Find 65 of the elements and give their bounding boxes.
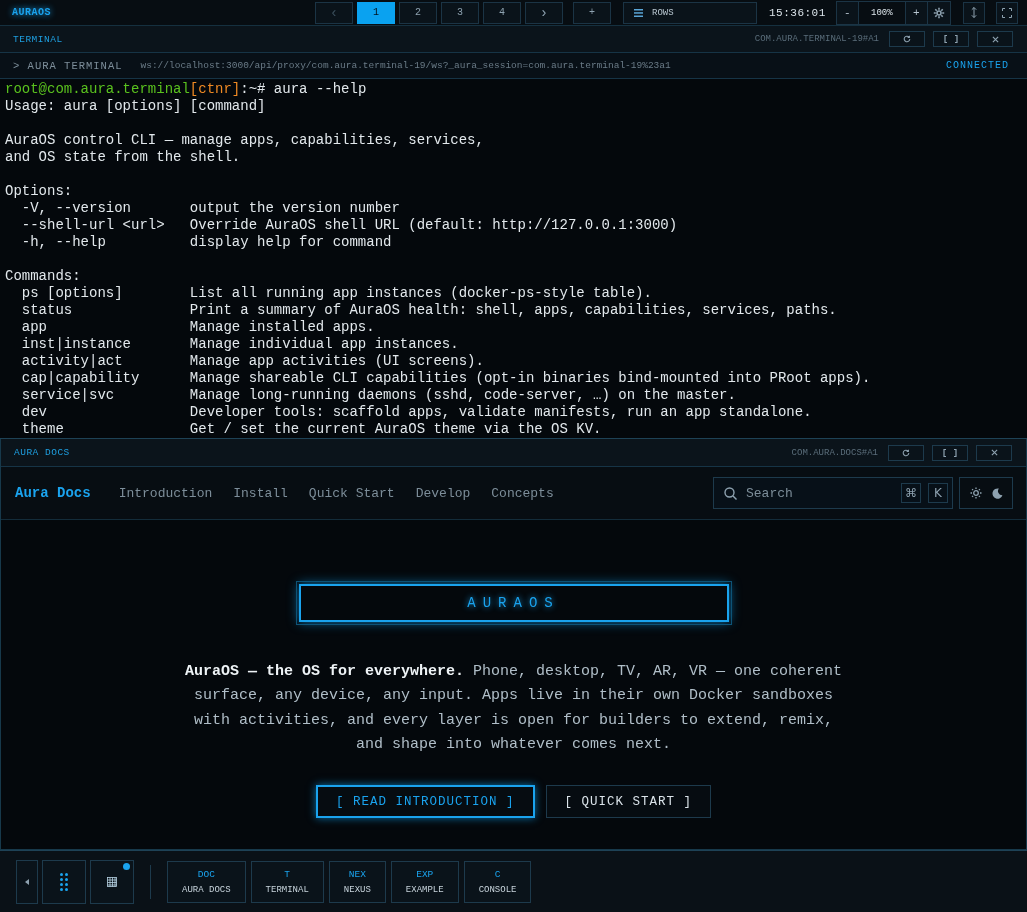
clock: 15:36:01 xyxy=(769,6,826,19)
resize-button[interactable] xyxy=(962,1,985,24)
instance-id: COM.AURA.TERMINAL-19#A1 xyxy=(754,34,879,44)
rows-icon xyxy=(634,8,643,17)
dock-app-button[interactable]: C CONSOLE xyxy=(463,860,532,903)
dock-app-button[interactable]: DOC AURA DOCS xyxy=(167,860,246,903)
zoom-in-button[interactable]: + xyxy=(905,1,928,24)
quick-start-button[interactable]: [ QUICK START ] xyxy=(545,785,712,819)
docs-brand[interactable]: Aura Docs xyxy=(15,485,91,501)
nav-link[interactable]: Concepts xyxy=(491,485,554,501)
search-icon xyxy=(724,486,737,500)
sun-icon xyxy=(969,487,982,499)
app-logo: AURAOS xyxy=(12,7,51,18)
shortcut-key: K xyxy=(928,483,948,503)
connection-url: ws://localhost:3000/api/proxy/com.aura.terminal-19/ws?_aura_session=com.aura.terminal-19%23a1 xyxy=(140,60,671,71)
zoom-level: 100% xyxy=(858,1,906,24)
zoom-out-button[interactable]: - xyxy=(836,1,859,24)
dark-theme-button[interactable] xyxy=(991,487,1003,499)
nav-link[interactable]: Quick Start xyxy=(308,485,395,501)
instance-id: COM.AURA.DOCS#A1 xyxy=(791,447,878,458)
light-theme-button[interactable] xyxy=(969,487,982,499)
nav-link[interactable]: Introduction xyxy=(118,485,213,501)
page-button[interactable]: 4 xyxy=(483,1,521,24)
dock-app-button[interactable]: T TERMINAL xyxy=(250,860,324,903)
hero-badge: AURAOS xyxy=(298,584,729,622)
add-page-button[interactable]: + xyxy=(573,1,611,24)
search-field[interactable]: Search ⌘ K xyxy=(713,477,953,509)
refresh-icon xyxy=(903,35,911,43)
search-input[interactable]: Search xyxy=(744,484,894,502)
app-launcher-button[interactable] xyxy=(42,859,86,904)
window-title: AURA DOCS xyxy=(14,447,70,458)
terminal-name: > AURA TERMINAL xyxy=(13,59,123,72)
close-icon xyxy=(990,449,998,456)
fullscreen-button[interactable] xyxy=(995,1,1018,24)
page-button[interactable]: 2 xyxy=(399,1,437,24)
fullscreen-icon xyxy=(1001,7,1012,18)
refresh-icon xyxy=(902,448,910,457)
dots-grid-icon xyxy=(60,872,68,891)
nav-link[interactable]: Install xyxy=(233,485,288,501)
refresh-button[interactable] xyxy=(889,31,925,47)
settings-button[interactable] xyxy=(927,1,950,24)
maximize-button[interactable] xyxy=(932,444,968,461)
window-title: TERMINAL xyxy=(13,33,63,45)
settings-icon xyxy=(932,6,945,19)
close-icon xyxy=(991,35,999,43)
shortcut-key: ⌘ xyxy=(901,483,921,503)
hero-description: AuraOS — the OS for everywhere. Phone, desktop, TV, AR, VR — one coherent surface, any device, any input. Apps live in their own Docker sandboxes with activities, and every layer is open for builders to extend, remix, and shape into whatever comes next. xyxy=(183,662,844,755)
connection-status: CONNECTED xyxy=(946,60,1009,71)
maximize-icon xyxy=(944,35,958,43)
caret-icon xyxy=(25,878,29,885)
next-page-button[interactable]: › xyxy=(525,1,563,24)
page-button[interactable]: 1 xyxy=(357,1,395,24)
vertical-arrows-icon xyxy=(970,7,977,18)
dock-app-button[interactable]: EXP EXAMPLE xyxy=(390,860,459,903)
nav-link[interactable]: Develop xyxy=(415,485,471,501)
grid-icon xyxy=(107,876,117,887)
read-introduction-button[interactable]: [ READ INTRODUCTION ] xyxy=(315,785,535,819)
dock-app-button[interactable]: NEX NEXUS xyxy=(328,860,386,903)
refresh-button[interactable] xyxy=(888,444,924,461)
moon-icon xyxy=(991,487,1003,499)
page-button[interactable]: 3 xyxy=(441,1,479,24)
windows-grid-button[interactable] xyxy=(90,859,134,904)
layout-selector[interactable]: ROWS xyxy=(623,1,757,24)
maximize-button[interactable] xyxy=(933,31,969,47)
maximize-icon xyxy=(943,448,957,457)
